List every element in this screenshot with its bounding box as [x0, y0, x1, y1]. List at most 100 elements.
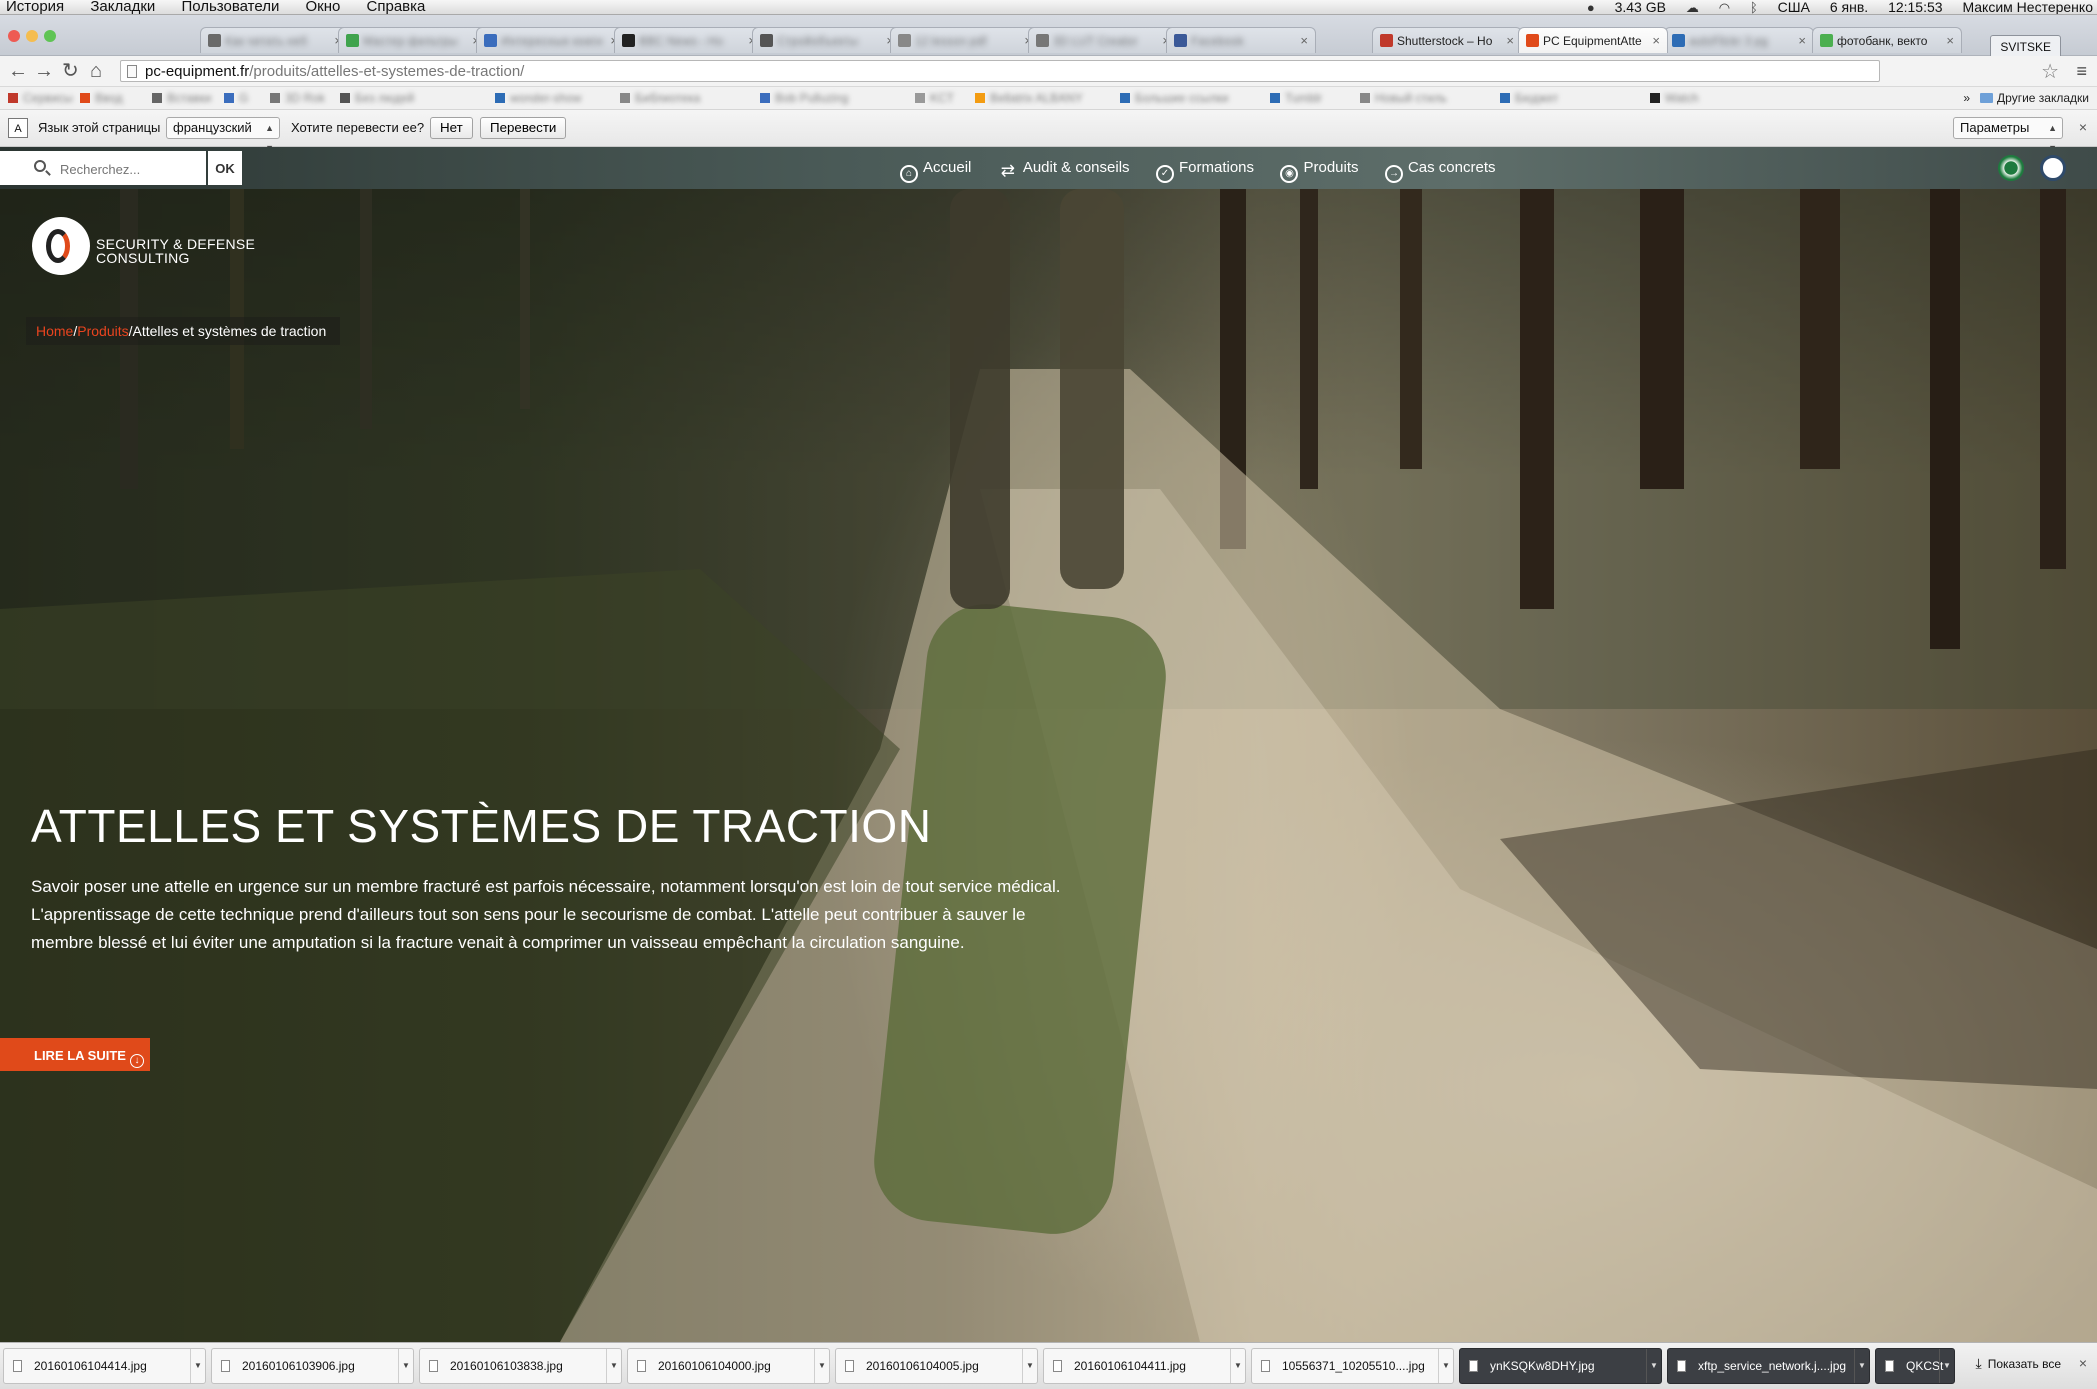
nav-accueil[interactable]: ⌂ Accueil	[900, 147, 971, 189]
close-shelf-icon[interactable]: ×	[2079, 1355, 2087, 1371]
browser-menu-icon[interactable]: ≡	[2076, 61, 2087, 82]
bookmark-item[interactable]: Bob Pulluzing	[760, 87, 848, 109]
menu-bookmarks[interactable]: Закладки	[90, 0, 155, 14]
bookmark-item[interactable]: KCT	[915, 87, 954, 109]
nav-cas-concrets[interactable]: → Cas concrets	[1384, 147, 1496, 189]
read-more-button[interactable]: LIRE LA SUITE ↓	[0, 1038, 150, 1071]
menu-history[interactable]: История	[6, 0, 64, 14]
forward-icon[interactable]: →	[34, 60, 54, 82]
bookmark-item[interactable]: Большие ссылки	[1120, 87, 1228, 109]
search-input[interactable]	[58, 157, 202, 181]
browser-tab[interactable]: Shutterstock – Ho ×	[1372, 27, 1522, 53]
chevron-down-icon[interactable]: ▼	[1022, 1349, 1037, 1383]
zoom-window-icon[interactable]	[44, 30, 56, 42]
english-flag-icon[interactable]	[2040, 155, 2066, 181]
bookmark-item[interactable]: wonder-show	[495, 87, 581, 109]
chevron-down-icon[interactable]: ▼	[606, 1349, 621, 1383]
bookmark-item[interactable]: Новый стиль	[1360, 87, 1447, 109]
chevron-down-icon[interactable]: ▼	[1230, 1349, 1245, 1383]
reload-icon[interactable]: ↻	[62, 60, 79, 82]
download-item[interactable]: 10556371_10205510....jpg ▼	[1251, 1348, 1454, 1384]
bookmark-item[interactable]: Tumblr	[1270, 87, 1322, 109]
download-item[interactable]: xftp_service_network.j....jpg ▼	[1667, 1348, 1870, 1384]
browser-tab[interactable]: autoFlickr 3 pg ×	[1664, 27, 1814, 53]
chevron-down-icon[interactable]: ▼	[190, 1349, 205, 1383]
menu-users[interactable]: Пользователи	[181, 0, 279, 14]
memory-indicator[interactable]: 3.43 GB	[1615, 0, 1666, 14]
download-item[interactable]: 20160106104005.jpg ▼	[835, 1348, 1038, 1384]
bookmark-item[interactable]: G	[224, 87, 248, 109]
wifi-icon[interactable]: ◠	[1719, 0, 1730, 15]
bookmark-item[interactable]: Ввод	[80, 87, 123, 109]
bookmark-item[interactable]: Библиотека	[620, 87, 700, 109]
menu-window[interactable]: Окно	[306, 0, 341, 14]
download-item[interactable]: 20160106103906.jpg ▼	[211, 1348, 414, 1384]
chevron-down-icon[interactable]: ▼	[1438, 1349, 1453, 1383]
close-infobar-icon[interactable]: ×	[2079, 119, 2087, 135]
browser-tab[interactable]: BBC News - Ho×	[614, 27, 764, 53]
breadcrumb-home[interactable]: Home	[36, 323, 73, 339]
back-icon[interactable]: ←	[8, 60, 28, 82]
chevron-down-icon[interactable]: ▼	[1939, 1349, 1954, 1383]
close-tab-icon[interactable]: ×	[1506, 28, 1514, 53]
translate-yes-button[interactable]: Перевести	[480, 117, 567, 139]
cloud-icon[interactable]: ☁	[1686, 0, 1699, 15]
bookmark-item[interactable]: Вставки	[152, 87, 211, 109]
minimize-window-icon[interactable]	[26, 30, 38, 42]
home-icon[interactable]: ⌂	[90, 60, 102, 82]
clock-date[interactable]: 6 янв.	[1830, 0, 1868, 14]
browser-tab[interactable]: Интересные книги×	[476, 27, 626, 53]
current-user[interactable]: Максим Нестеренко	[1962, 0, 2093, 14]
close-tab-icon[interactable]: ×	[1946, 28, 1954, 53]
browser-tab[interactable]: PC EquipmentAtte ×	[1518, 27, 1668, 53]
close-window-icon[interactable]	[8, 30, 20, 42]
chevron-down-icon[interactable]: ▼	[398, 1349, 413, 1383]
browser-tab[interactable]: фотобанк, векто ×	[1812, 27, 1962, 53]
language-flag-icon[interactable]	[1998, 155, 2024, 181]
chevron-down-icon[interactable]: ▼	[814, 1349, 829, 1383]
show-all-downloads[interactable]: ⤓ Показать все	[1976, 1355, 2061, 1372]
chevron-down-icon[interactable]: ▼	[1854, 1349, 1869, 1383]
bookmark-item[interactable]: Bellatrix ALBANY	[975, 87, 1083, 109]
browser-tab[interactable]: Мастер фильтры×	[338, 27, 488, 53]
clock-time[interactable]: 12:15:53	[1888, 0, 1943, 14]
menu-help[interactable]: Справка	[367, 0, 426, 14]
browser-tab[interactable]: Как читать неб×	[200, 27, 350, 53]
close-tab-icon[interactable]: ×	[1300, 28, 1308, 53]
download-item[interactable]: ynKSQKw8DHY.jpg ▼	[1459, 1348, 1662, 1384]
browser-tab[interactable]: 3D LUT Creator×	[1028, 27, 1178, 53]
search-submit-button[interactable]: OK	[208, 151, 242, 185]
translate-infobar: A Язык этой страницы французский▲▼ Хотит…	[0, 110, 2097, 153]
file-icon	[1053, 1360, 1062, 1372]
address-bar[interactable]: pc-equipment.fr/produits/attelles-et-sys…	[120, 60, 1880, 82]
close-tab-icon[interactable]: ×	[1798, 28, 1806, 53]
download-item[interactable]: QKCSt ▼	[1875, 1348, 1955, 1384]
browser-tab[interactable]: Facebook ×	[1166, 27, 1316, 53]
bookmark-item[interactable]: Сервисы	[8, 87, 73, 109]
download-item[interactable]: 20160106104414.jpg ▼	[3, 1348, 206, 1384]
keyboard-layout[interactable]: США	[1778, 0, 1810, 14]
download-item[interactable]: 20160106103838.jpg ▼	[419, 1348, 622, 1384]
bookmark-item[interactable]: 3D Rok	[270, 87, 325, 109]
bluetooth-icon[interactable]: ᛒ	[1750, 0, 1758, 15]
skype-icon[interactable]: ●	[1587, 0, 1595, 15]
bookmark-item[interactable]: Бюджет	[1500, 87, 1558, 109]
close-tab-icon[interactable]: ×	[1652, 28, 1660, 53]
language-select[interactable]: французский▲▼	[166, 117, 280, 153]
bookmark-item[interactable]: Без людей	[340, 87, 414, 109]
browser-tab[interactable]: 12 lesson pdf×	[890, 27, 1040, 53]
browser-tab[interactable]: Стройобъекты×	[752, 27, 902, 53]
translate-no-button[interactable]: Нет	[430, 117, 473, 139]
nav-formations[interactable]: ✓ Formations	[1156, 147, 1254, 189]
download-item[interactable]: 20160106104000.jpg ▼	[627, 1348, 830, 1384]
breadcrumb-produits[interactable]: Produits	[77, 323, 128, 339]
nav-produits[interactable]: ◉ Produits	[1280, 147, 1359, 189]
chevron-right-icon[interactable]: »	[1963, 91, 1970, 105]
chevron-down-icon[interactable]: ▼	[1646, 1349, 1661, 1383]
bookmark-item[interactable]: Watch	[1650, 87, 1699, 109]
nav-audit[interactable]: ⇄ Audit & conseils	[998, 147, 1130, 189]
translate-options-select[interactable]: Параметры▲▼	[1953, 117, 2063, 153]
download-item[interactable]: 20160106104411.jpg ▼	[1043, 1348, 1246, 1384]
bookmark-star-icon[interactable]: ☆	[2041, 59, 2059, 84]
other-bookmarks[interactable]: » Другие закладки	[1963, 87, 2089, 109]
